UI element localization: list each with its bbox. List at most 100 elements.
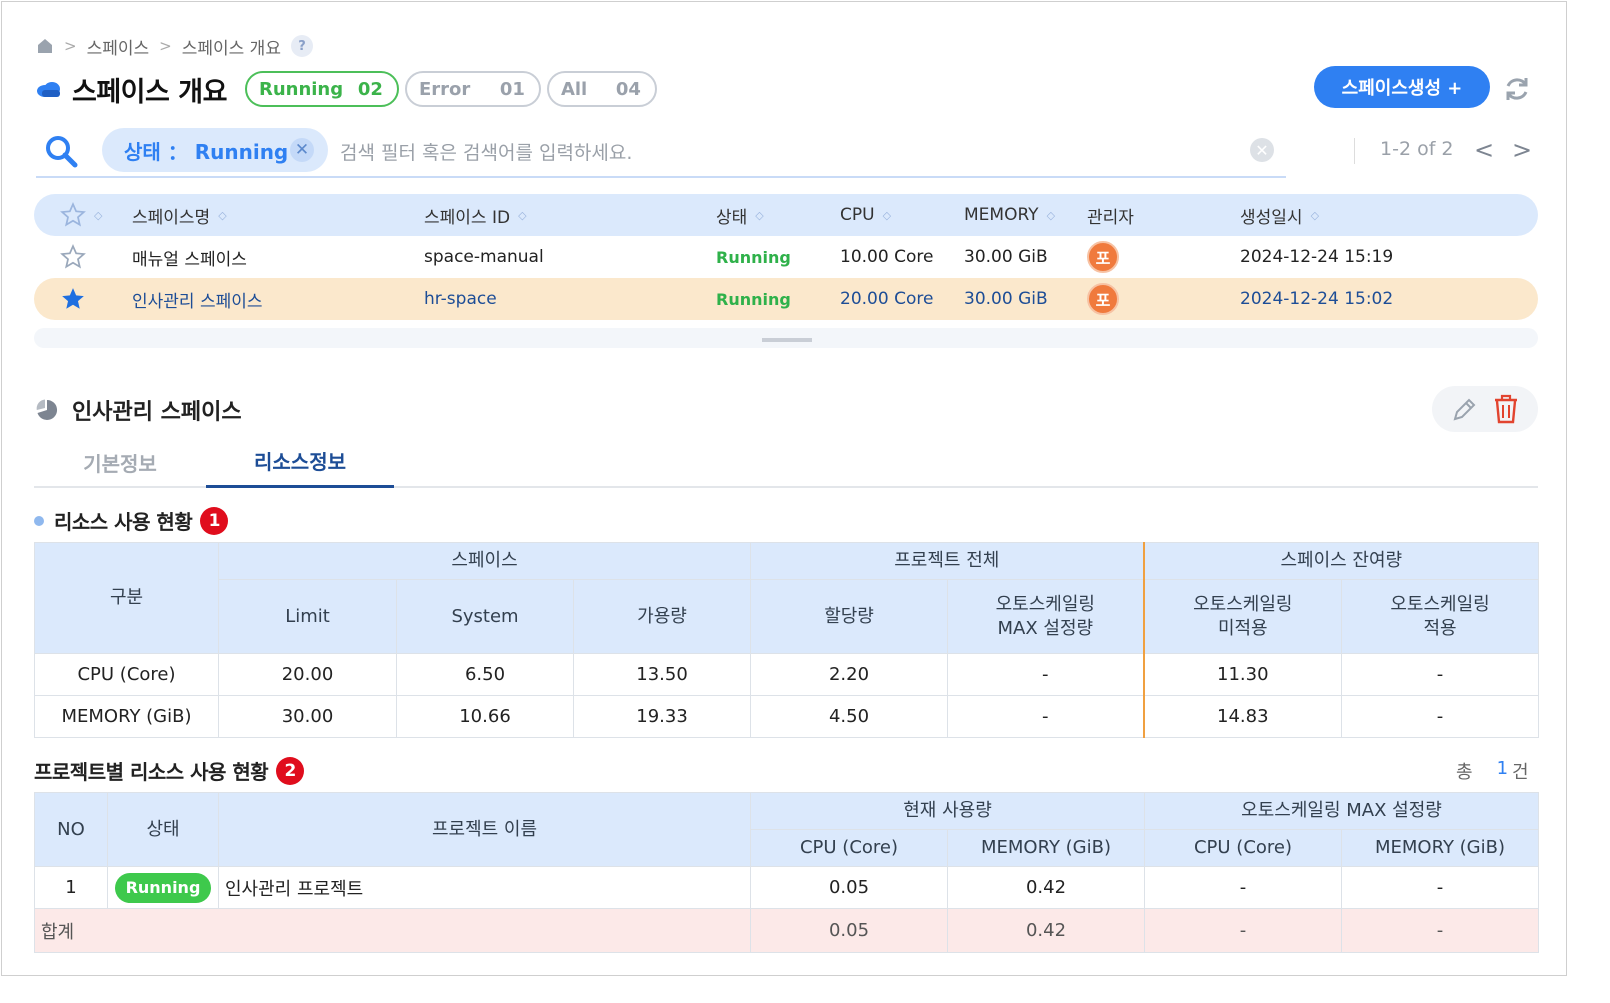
star-filled-icon[interactable] bbox=[60, 286, 86, 312]
system-value: 10.66 bbox=[396, 695, 574, 738]
chevron-right-icon: > bbox=[64, 37, 77, 55]
section-title: 프로젝트별 리소스 사용 현황 bbox=[34, 760, 269, 784]
sort-icon[interactable]: ◇ bbox=[1047, 209, 1055, 222]
pie-chart-icon bbox=[36, 399, 58, 420]
space-name[interactable]: 매뉴얼 스페이스 bbox=[132, 236, 247, 278]
header-autoscale-max: 오토스케일링 MAX 설정량 bbox=[947, 579, 1145, 654]
resource-usage-title: 리소스 사용 현황 1 bbox=[34, 506, 229, 535]
sort-icon[interactable]: ◇ bbox=[1311, 209, 1319, 222]
cpu-value: 10.00 Core bbox=[840, 247, 934, 267]
space-table: ◇ 스페이스명 ◇ 스페이스 ID ◇ 상태 ◇ CPU ◇ MEMORY ◇ 관리자 생… bbox=[34, 194, 1538, 320]
table-row-selected[interactable]: 인사관리 스페이스 hr-space Running 20.00 Core 30… bbox=[34, 278, 1538, 320]
create-space-button[interactable]: 스페이스생성 + bbox=[1314, 66, 1490, 108]
space-id: hr-space bbox=[424, 289, 497, 309]
filter-chip-status[interactable]: 상태 ： Running ✕ bbox=[102, 128, 328, 172]
sort-icon[interactable]: ◇ bbox=[518, 209, 526, 222]
sum-cur-mem: 0.42 bbox=[947, 908, 1145, 953]
edit-icon[interactable] bbox=[1450, 396, 1478, 424]
breadcrumb-item-overview: 스페이스 개요 bbox=[181, 38, 281, 59]
col-status[interactable]: 상태 ◇ bbox=[716, 194, 764, 236]
close-icon[interactable]: ✕ bbox=[290, 138, 314, 162]
filter-running[interactable]: Running 02 bbox=[244, 71, 399, 107]
filter-all[interactable]: All 04 bbox=[546, 71, 657, 107]
search-input[interactable]: 검색 필터 혹은 검색어를 입력하세요. bbox=[340, 138, 632, 165]
header-category: 구분 bbox=[34, 542, 219, 654]
row-label: MEMORY (GiB) bbox=[34, 695, 219, 738]
status-badge: Running bbox=[716, 289, 791, 309]
autoscale-max-value: - bbox=[947, 653, 1145, 696]
sum-as-mem: - bbox=[1340, 908, 1540, 953]
help-icon[interactable]: ? bbox=[290, 35, 313, 57]
total-number: 1 bbox=[1496, 758, 1509, 779]
chevron-right-icon[interactable]: > bbox=[1512, 136, 1532, 164]
header-status: 상태 bbox=[107, 792, 219, 867]
col-memory[interactable]: MEMORY ◇ bbox=[964, 194, 1055, 236]
star-header[interactable]: ◇ bbox=[60, 194, 102, 236]
total-label: 총 bbox=[1456, 762, 1473, 783]
col-admin: 관리자 bbox=[1087, 194, 1134, 236]
resize-handle[interactable] bbox=[762, 338, 812, 342]
breadcrumb-item-space[interactable]: 스페이스 bbox=[87, 34, 150, 59]
star-outline-icon[interactable] bbox=[60, 202, 86, 228]
sum-row: 합계 0.05 0.42 - - bbox=[34, 908, 1540, 953]
available-value: 13.50 bbox=[572, 653, 752, 696]
col-label: CPU bbox=[840, 205, 875, 225]
section-title: 리소스 사용 현황 bbox=[54, 510, 193, 534]
chevron-right-icon: > bbox=[159, 37, 172, 55]
project-name[interactable]: 인사관리 프로젝트 bbox=[218, 866, 751, 909]
created-date: 2024-12-24 15:02 bbox=[1240, 289, 1394, 309]
clear-search-icon[interactable]: ✕ bbox=[1250, 138, 1274, 162]
created-date: 2024-12-24 15:19 bbox=[1240, 247, 1394, 267]
cloud-icon bbox=[37, 82, 60, 97]
home-icon[interactable] bbox=[36, 37, 54, 55]
col-label: 생성일시 bbox=[1240, 207, 1303, 228]
row-no: 1 bbox=[34, 866, 108, 909]
space-name[interactable]: 인사관리 스페이스 bbox=[132, 278, 263, 320]
header-autoscale-max: 오토스케일링 MAX 설정량 bbox=[1143, 792, 1540, 830]
sort-icon[interactable]: ◇ bbox=[755, 209, 763, 222]
avatar[interactable]: 포 bbox=[1087, 241, 1119, 273]
search-icon[interactable] bbox=[44, 134, 78, 168]
chevron-left-icon[interactable]: < bbox=[1474, 136, 1494, 164]
limit-value: 20.00 bbox=[218, 653, 397, 696]
header-current-usage: 현재 사용량 bbox=[750, 792, 1145, 830]
col-label: 스페이스명 bbox=[132, 207, 211, 228]
tab-basic-info[interactable]: 기본정보 bbox=[34, 436, 206, 488]
total-unit: 건 bbox=[1512, 762, 1529, 783]
as-cpu-value: - bbox=[1144, 866, 1342, 909]
sort-icon[interactable]: ◇ bbox=[218, 209, 226, 222]
divider bbox=[1354, 138, 1355, 164]
avatar[interactable]: 포 bbox=[1087, 283, 1119, 315]
col-created[interactable]: 생성일시 ◇ bbox=[1240, 194, 1319, 236]
sort-icon[interactable]: ◇ bbox=[94, 209, 102, 222]
resource-usage-table: 구분 스페이스 프로젝트 전체 스페이스 잔여량 Limit System 가용… bbox=[34, 542, 1540, 738]
table-row[interactable]: 1 Running 인사관리 프로젝트 0.05 0.42 - - bbox=[34, 866, 1540, 909]
col-space-id[interactable]: 스페이스 ID ◇ bbox=[424, 194, 527, 236]
header-cpu: CPU (Core) bbox=[1144, 829, 1342, 867]
sum-label: 합계 bbox=[34, 908, 751, 953]
filter-error-count: 01 bbox=[499, 78, 525, 100]
remain-not-value: 11.30 bbox=[1142, 653, 1343, 696]
project-usage-table: NO 상태 프로젝트 이름 현재 사용량 오토스케일링 MAX 설정량 CPU … bbox=[34, 792, 1540, 953]
app-frame: > 스페이스 > 스페이스 개요 ? 스페이스 개요 Running 02 Er… bbox=[1, 1, 1567, 976]
col-label: 상태 bbox=[716, 207, 748, 228]
search-bar: 상태 ： Running ✕ 검색 필터 혹은 검색어를 입력하세요. ✕ bbox=[36, 126, 1286, 178]
col-cpu[interactable]: CPU ◇ bbox=[840, 194, 891, 236]
tab-resource-info[interactable]: 리소스정보 bbox=[206, 436, 394, 488]
sort-icon[interactable]: ◇ bbox=[883, 209, 891, 222]
filter-running-label: Running bbox=[258, 78, 344, 100]
cur-mem-value: 0.42 bbox=[947, 866, 1145, 909]
trash-icon[interactable] bbox=[1492, 394, 1520, 424]
row-label: CPU (Core) bbox=[34, 653, 219, 696]
refresh-icon[interactable] bbox=[1502, 74, 1532, 104]
header-memory: MEMORY (GiB) bbox=[1340, 829, 1540, 867]
limit-value: 30.00 bbox=[218, 695, 397, 738]
filter-error[interactable]: Error 01 bbox=[404, 71, 541, 107]
table-row[interactable]: 매뉴얼 스페이스 space-manual Running 10.00 Core… bbox=[34, 236, 1538, 278]
total-count: 총 1 건 bbox=[1456, 758, 1529, 784]
space-id: space-manual bbox=[424, 247, 544, 267]
sum-cur-cpu: 0.05 bbox=[750, 908, 948, 953]
col-space-name[interactable]: 스페이스명 ◇ bbox=[132, 194, 227, 236]
star-outline-icon[interactable] bbox=[60, 244, 86, 270]
table-row: MEMORY (GiB) 30.00 10.66 19.33 4.50 - 14… bbox=[34, 695, 1540, 738]
